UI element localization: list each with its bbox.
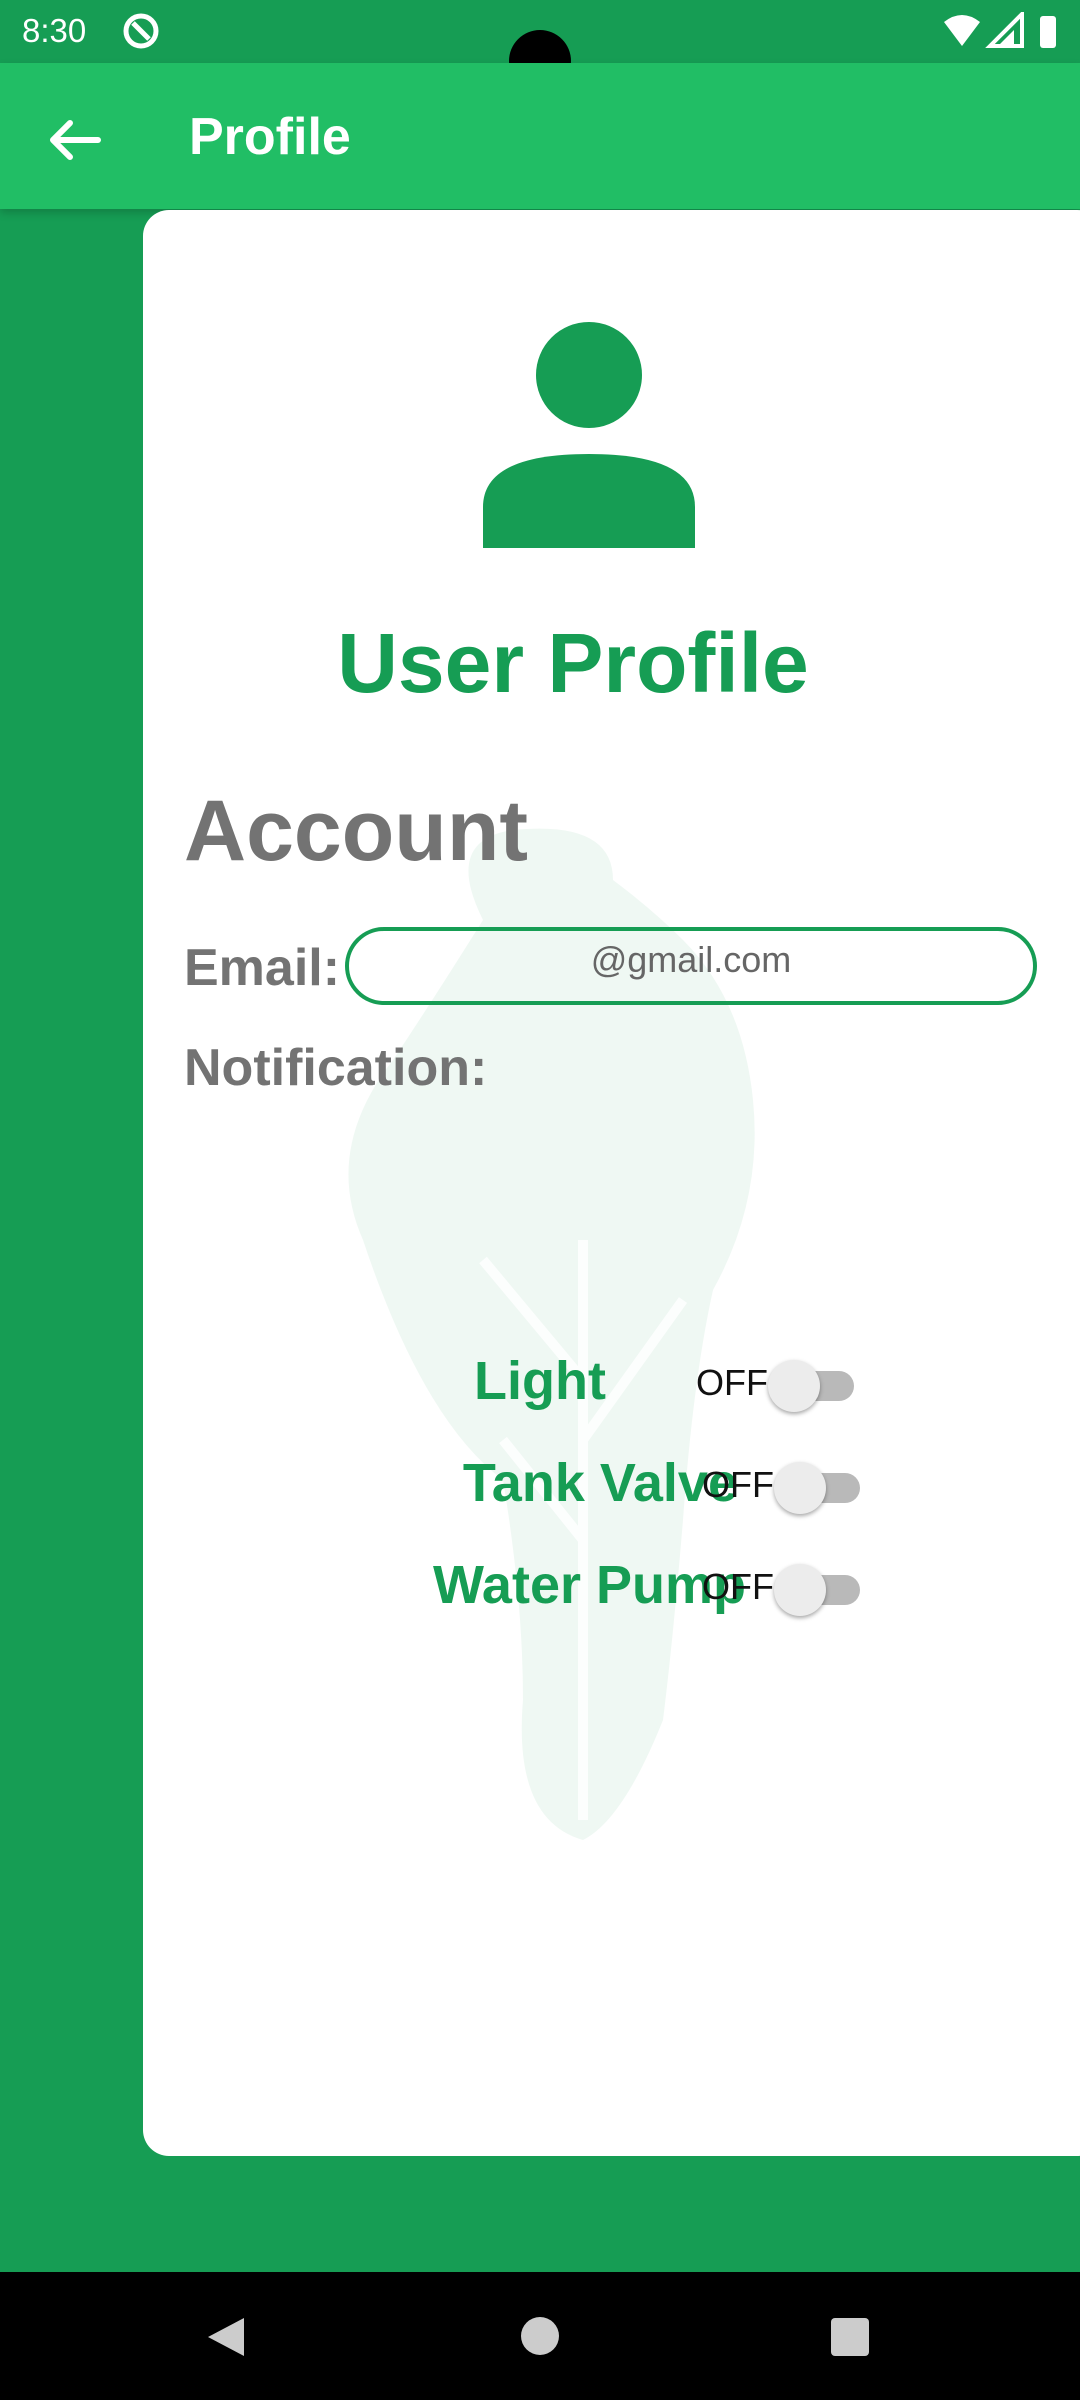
- nav-back-icon[interactable]: [204, 2314, 248, 2360]
- email-label: Email:: [184, 939, 341, 997]
- app-title: Profile: [189, 108, 351, 166]
- toggle-state-tank-valve: OFF: [702, 1464, 774, 1505]
- toggle-state-water-pump: OFF: [702, 1566, 774, 1607]
- account-section-title: Account: [184, 783, 528, 879]
- user-profile-heading: User Profile: [337, 616, 809, 710]
- switch-thumb: [768, 1360, 820, 1412]
- tank-valve-switch[interactable]: [774, 1460, 866, 1514]
- switch-thumb: [774, 1564, 826, 1616]
- back-arrow-icon[interactable]: [36, 103, 111, 178]
- battery-icon: [1040, 16, 1056, 48]
- status-icons: [944, 12, 1056, 48]
- email-field[interactable]: [345, 927, 1037, 1005]
- status-time: 8:30: [22, 12, 87, 49]
- toggle-label-light: Light: [474, 1351, 606, 1411]
- profile-card: User Profile Account Email: Notification…: [143, 210, 1080, 2156]
- toggle-row-water-pump: Water Pump OFF: [143, 1554, 1080, 1634]
- nav-home-icon[interactable]: [521, 2317, 559, 2355]
- system-navigation-bar: [0, 2272, 1080, 2400]
- app-bar: Profile: [0, 63, 1080, 209]
- toggle-row-light: Light OFF: [143, 1350, 1080, 1430]
- wifi-icon: [944, 15, 980, 46]
- toggle-label-tank-valve: Tank Valve: [462, 1453, 738, 1513]
- person-icon: [483, 322, 695, 548]
- profile-screen: 8:30 Profile User Profile Account Email:…: [0, 0, 1080, 2400]
- notification-label: Notification:: [184, 1039, 488, 1097]
- app-notification-icon: [123, 13, 159, 49]
- switch-thumb: [774, 1462, 826, 1514]
- toggle-row-tank-valve: Tank Valve OFF: [143, 1452, 1080, 1532]
- nav-recents-icon[interactable]: [831, 2318, 869, 2356]
- light-switch[interactable]: [768, 1358, 860, 1412]
- toggle-label-water-pump: Water Pump: [432, 1555, 746, 1615]
- toggle-state-light: OFF: [696, 1362, 768, 1403]
- water-pump-switch[interactable]: [774, 1562, 866, 1616]
